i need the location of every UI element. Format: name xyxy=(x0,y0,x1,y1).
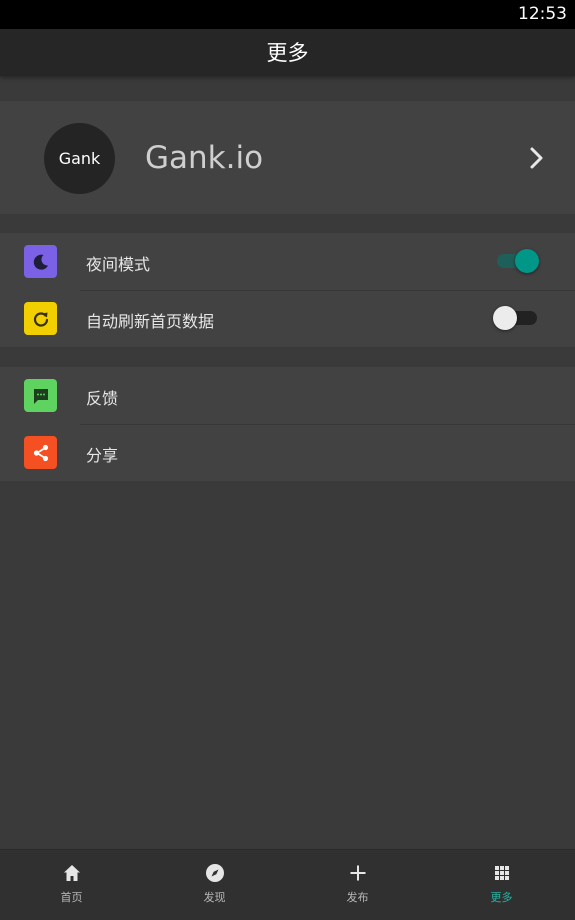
action-label-share: 分享 xyxy=(86,446,119,465)
toggle-thumb xyxy=(515,249,539,273)
night-mode-toggle[interactable] xyxy=(495,247,539,275)
settings-group: 夜间模式 自动刷新首页数据 xyxy=(0,233,575,347)
nav-label-home: 首页 xyxy=(60,891,83,904)
auto-refresh-toggle[interactable] xyxy=(493,304,539,332)
setting-row-auto-refresh[interactable]: 自动刷新首页数据 xyxy=(0,290,575,347)
compass-icon xyxy=(205,864,224,882)
status-bar: 12:53 xyxy=(0,0,575,29)
moon-icon xyxy=(24,245,57,278)
nav-item-discover[interactable]: 发现 xyxy=(143,850,286,920)
plus-icon xyxy=(350,865,365,881)
home-icon xyxy=(63,865,80,881)
refresh-icon xyxy=(24,302,57,335)
avatar: Gank xyxy=(44,123,115,194)
avatar-text: Gank xyxy=(58,149,101,168)
setting-label-night-mode: 夜间模式 xyxy=(86,255,151,274)
action-label-feedback: 反馈 xyxy=(86,389,119,408)
actions-group: 反馈 分享 xyxy=(0,367,575,481)
nav-label-publish: 发布 xyxy=(346,891,369,904)
nav-label-discover: 发现 xyxy=(203,891,226,904)
share-icon xyxy=(24,436,57,469)
setting-row-night-mode[interactable]: 夜间模式 xyxy=(0,233,575,290)
profile-card[interactable]: Gank Gank.io xyxy=(0,101,575,214)
grid-icon xyxy=(494,866,509,880)
nav-item-publish[interactable]: 发布 xyxy=(286,850,429,920)
nav-label-more: 更多 xyxy=(490,891,513,904)
feedback-icon xyxy=(24,379,57,412)
nav-item-more[interactable]: 更多 xyxy=(430,850,573,920)
app-bar: 更多 xyxy=(0,29,575,76)
chevron-right-icon xyxy=(530,147,543,169)
bottom-nav: 首页 发现 发布 更多 xyxy=(0,849,575,920)
action-row-share[interactable]: 分享 xyxy=(0,424,575,481)
toggle-thumb xyxy=(493,306,517,330)
nav-item-home[interactable]: 首页 xyxy=(0,850,143,920)
profile-name: Gank.io xyxy=(145,140,264,176)
action-row-feedback[interactable]: 反馈 xyxy=(0,367,575,424)
page-title: 更多 xyxy=(266,41,309,65)
status-time: 12:53 xyxy=(518,4,567,24)
setting-label-auto-refresh: 自动刷新首页数据 xyxy=(86,312,215,331)
